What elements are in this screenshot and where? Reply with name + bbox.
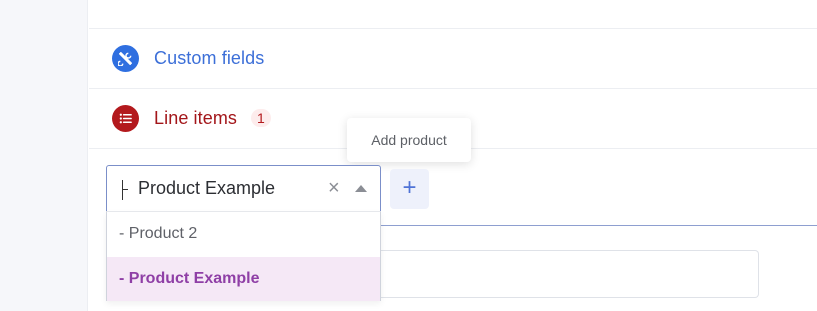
add-product-tooltip: Add product	[347, 118, 471, 162]
dropdown-option-selected[interactable]: - Product Example	[107, 257, 380, 301]
tooltip-text: Add product	[371, 132, 447, 148]
divider	[89, 28, 817, 29]
dropdown-option[interactable]: - Product 2	[107, 212, 380, 256]
tools-icon	[112, 44, 139, 72]
add-product-button[interactable]: +	[390, 169, 429, 209]
product-select-value: Product Example	[138, 178, 276, 198]
left-gutter	[0, 0, 88, 311]
product-dropdown-menu: - Product 2 - Product Example	[106, 211, 381, 301]
section-custom-fields[interactable]: Custom fields	[112, 44, 264, 72]
clear-selection-icon[interactable]: ×	[328, 176, 340, 200]
product-select[interactable]: Product Example ×	[106, 165, 381, 212]
section-line-items[interactable]: Line items 1	[112, 104, 271, 132]
text-cursor	[122, 180, 128, 200]
line-items-count-badge: 1	[251, 109, 271, 127]
input-underline	[381, 225, 817, 226]
line-item-input[interactable]	[381, 250, 759, 298]
list-icon	[112, 104, 139, 132]
dropdown-arrow-icon[interactable]	[355, 185, 367, 192]
section-title: Line items	[154, 107, 238, 128]
divider	[89, 88, 817, 89]
section-title: Custom fields	[154, 47, 265, 68]
